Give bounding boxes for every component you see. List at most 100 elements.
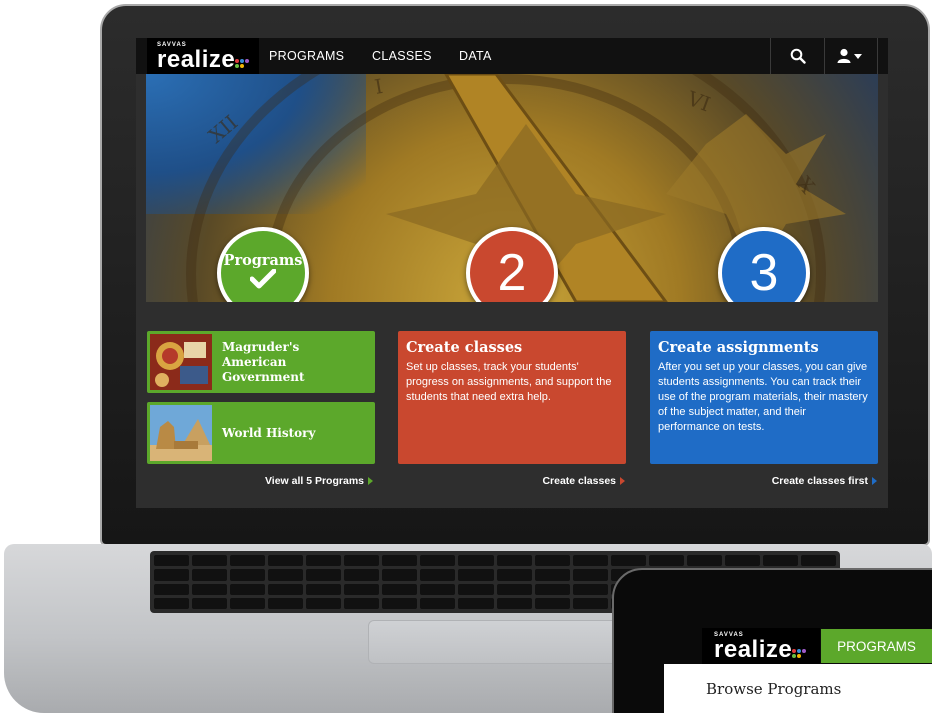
- tablet-savvas-realize-logo[interactable]: SAVVAS realize: [702, 628, 820, 664]
- keyboard-key: [420, 597, 456, 609]
- keyboard-key: [230, 569, 266, 581]
- tablet-logo-dots: [792, 648, 812, 659]
- keyboard-key: [496, 597, 532, 609]
- keyboard-key: [306, 569, 342, 581]
- program-title: World History: [222, 425, 316, 440]
- keyboard-key: [154, 583, 190, 595]
- keyboard-key: [458, 569, 494, 581]
- keyboard-key: [572, 555, 608, 567]
- keyboard-key: [534, 597, 570, 609]
- program-thumbnail-government: [150, 334, 212, 390]
- logo-dot: [240, 63, 244, 68]
- app-screen: SAVVAS realize PROGRAMS CLASSES DATA XII…: [136, 38, 888, 508]
- keyboard-key: [192, 597, 228, 609]
- keyboard-key: [268, 583, 304, 595]
- keyboard-key: [154, 569, 190, 581]
- logo-dot: [235, 63, 239, 68]
- keyboard-key: [382, 597, 418, 609]
- keyboard-key: [268, 597, 304, 609]
- user-icon: [837, 48, 862, 63]
- keyboard-key: [268, 569, 304, 581]
- arrow-right-icon: [620, 477, 625, 485]
- keyboard-key: [306, 597, 342, 609]
- keyboard-key: [344, 597, 380, 609]
- savvas-realize-logo[interactable]: SAVVAS realize: [147, 38, 259, 74]
- nav-programs[interactable]: PROGRAMS: [269, 49, 344, 63]
- logo-dot: [245, 58, 249, 63]
- search-button[interactable]: [770, 38, 824, 74]
- create-classes-link-label: Create classes: [542, 475, 616, 487]
- create-classes-panel: Create classes Set up classes, track you…: [398, 331, 626, 464]
- hero-sundial-image: XII I VI X Programs 2 3: [146, 74, 878, 302]
- nav-data[interactable]: DATA: [459, 49, 492, 63]
- keyboard-key: [534, 569, 570, 581]
- keyboard-key: [572, 569, 608, 581]
- keyboard-key: [762, 555, 798, 567]
- program-item-magruders[interactable]: Magruder's American Government: [147, 331, 375, 393]
- create-classes-first-link[interactable]: Create classes first: [772, 475, 877, 487]
- view-all-programs-label: View all 5 Programs: [264, 475, 364, 487]
- search-icon: [790, 48, 806, 64]
- create-classes-first-label: Create classes first: [771, 475, 868, 487]
- keyboard-key: [344, 583, 380, 595]
- logo-brand-word: realize: [157, 45, 259, 73]
- keyboard-key: [382, 583, 418, 595]
- view-all-programs-link[interactable]: View all 5 Programs: [265, 475, 373, 487]
- keyboard-key: [572, 597, 608, 609]
- logo-dots: [235, 58, 255, 69]
- keyboard-key: [192, 555, 228, 567]
- svg-text:I: I: [373, 74, 385, 99]
- checkmark-icon: [249, 268, 277, 289]
- keyboard-key: [496, 583, 532, 595]
- keyboard-key: [420, 583, 456, 595]
- keyboard-key: [192, 583, 228, 595]
- keyboard-key: [192, 569, 228, 581]
- logo-dot: [792, 648, 796, 653]
- keyboard-key: [344, 569, 380, 581]
- keyboard-key: [724, 555, 760, 567]
- keyboard-key: [154, 597, 190, 609]
- create-classes-title: Create classes: [406, 339, 523, 356]
- top-navigation-bar: SAVVAS realize PROGRAMS CLASSES DATA: [136, 38, 888, 74]
- logo-dot: [792, 653, 796, 658]
- logo-dot: [802, 648, 806, 653]
- tablet-programs-tab[interactable]: PROGRAMS: [821, 629, 932, 663]
- nav-classes[interactable]: CLASSES: [372, 49, 432, 63]
- keyboard-key: [344, 555, 380, 567]
- user-menu-button[interactable]: [824, 38, 878, 74]
- keyboard-key: [306, 555, 342, 567]
- keyboard-key: [496, 555, 532, 567]
- keyboard-key: [230, 555, 266, 567]
- program-thumbnail-sphinx: [150, 405, 212, 461]
- step-1-content: Programs: [223, 252, 303, 294]
- step-1-label: Programs: [223, 252, 303, 269]
- create-assignments-title: Create assignments: [658, 339, 819, 356]
- logo-dot: [797, 648, 801, 653]
- keyboard-key: [306, 583, 342, 595]
- keyboard-key: [496, 569, 532, 581]
- keyboard-key: [420, 555, 456, 567]
- create-assignments-description: After you set up your classes, you can g…: [658, 361, 868, 433]
- keyboard-key: [534, 583, 570, 595]
- step-2-number: 2: [497, 244, 527, 302]
- create-classes-link[interactable]: Create classes: [542, 475, 625, 487]
- program-title: Magruder's American Government: [222, 339, 305, 384]
- keyboard-key: [420, 569, 456, 581]
- keyboard-key: [458, 597, 494, 609]
- chevron-down-icon: [854, 54, 862, 59]
- keyboard-key: [268, 555, 304, 567]
- keyboard-key: [230, 597, 266, 609]
- logo-wordmark: realize: [157, 45, 236, 73]
- keyboard-key: [382, 569, 418, 581]
- tablet-logo-wordmark: realize: [714, 635, 793, 663]
- keyboard-key: [382, 555, 418, 567]
- program-item-world-history[interactable]: World History: [147, 402, 375, 464]
- logo-dot: [240, 58, 244, 63]
- svg-text:XII: XII: [204, 110, 242, 148]
- svg-text:VI: VI: [683, 86, 713, 117]
- keyboard-key: [230, 583, 266, 595]
- logo-dot: [797, 653, 801, 658]
- tablet-logo-brand-word: realize: [714, 635, 820, 663]
- keyboard-key: [458, 555, 494, 567]
- tablet-browse-programs-title: Browse Programs: [706, 680, 842, 698]
